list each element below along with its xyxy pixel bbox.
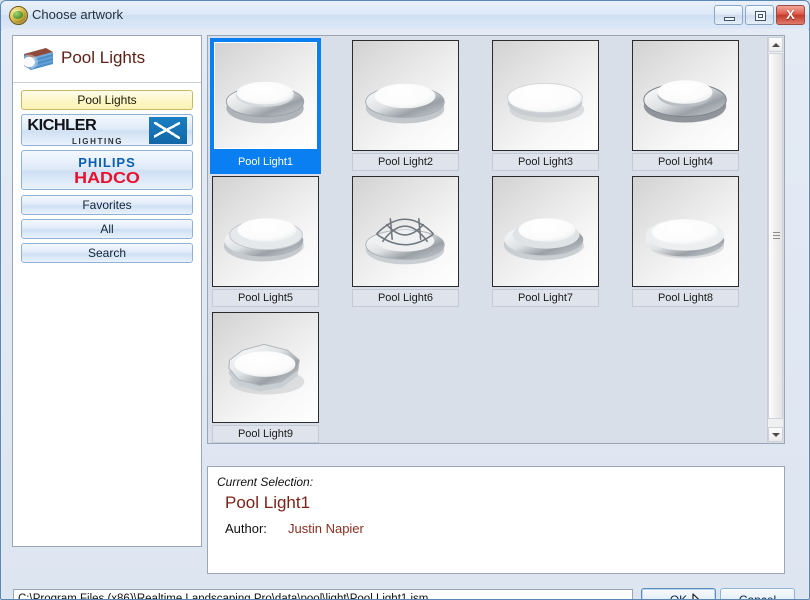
artwork-thumbnail[interactable] bbox=[352, 40, 459, 151]
kichler-mark-icon bbox=[149, 117, 187, 144]
close-button[interactable]: X bbox=[776, 5, 805, 25]
artwork-tile-label: Pool Light7 bbox=[492, 289, 599, 307]
artwork-tile[interactable]: Pool Light8 bbox=[630, 174, 741, 311]
sidebar-item-all[interactable]: All bbox=[21, 219, 193, 239]
current-selection-name: Pool Light1 bbox=[225, 493, 311, 512]
cancel-button[interactable]: Cancel bbox=[720, 588, 795, 600]
artwork-grid: Pool Light1 Pool Light2 Pool Light3 Pool Li… bbox=[210, 38, 768, 443]
author-label: Author: bbox=[225, 521, 267, 536]
artwork-thumbnail[interactable] bbox=[632, 176, 739, 287]
maximize-button[interactable] bbox=[745, 5, 774, 25]
pool-light-illustration bbox=[225, 81, 305, 124]
current-selection-panel: Current Selection: Pool Light1 Author: J… bbox=[207, 466, 785, 574]
app-globe-icon bbox=[9, 6, 28, 25]
artwork-tile[interactable]: Pool Light1 bbox=[210, 38, 321, 175]
scrollbar-thumb[interactable] bbox=[768, 53, 783, 419]
artwork-thumbnail[interactable] bbox=[492, 40, 599, 151]
pool-light-illustration bbox=[365, 83, 445, 124]
artwork-tile-label: Pool Light9 bbox=[212, 425, 319, 443]
artwork-tile[interactable]: Pool Light3 bbox=[490, 38, 601, 175]
sidebar-item-favorites[interactable]: Favorites bbox=[21, 195, 193, 215]
pool-light-illustration bbox=[645, 219, 725, 259]
artwork-thumbnail[interactable] bbox=[212, 176, 319, 287]
dialog-client-area: Pool Lights Pool Lights KICHLER LIGHTING… bbox=[2, 29, 808, 600]
scroll-down-arrow-icon[interactable] bbox=[768, 427, 783, 442]
sidebar-item-label: Search bbox=[87, 246, 127, 260]
dialog-window: Choose artwork X Pool Lights Pool Lights… bbox=[0, 0, 810, 600]
title-bar: Choose artwork X bbox=[1, 1, 809, 30]
hadco-wordmark: HADCO bbox=[74, 170, 140, 187]
sidebar-item-label: All bbox=[100, 222, 114, 236]
pool-light-illustration bbox=[507, 82, 585, 123]
artwork-tile-label: Pool Light6 bbox=[352, 289, 459, 307]
cancel-button-label: Cancel bbox=[738, 593, 777, 600]
ok-button-label: OK bbox=[669, 593, 688, 600]
file-path-field[interactable]: C:\Program Files (x86)\Realtime Landscap… bbox=[13, 589, 633, 599]
category-sidebar: Pool Lights Pool Lights KICHLER LIGHTING… bbox=[12, 35, 202, 547]
artwork-thumbnail[interactable] bbox=[352, 176, 459, 287]
sidebar-item-kichler[interactable]: KICHLER LIGHTING bbox=[21, 114, 193, 146]
artwork-thumbnail[interactable] bbox=[632, 40, 739, 151]
artwork-tile[interactable]: Pool Light6 bbox=[350, 174, 461, 311]
window-title: Choose artwork bbox=[32, 7, 124, 22]
sidebar-item-label: Pool Lights bbox=[77, 93, 137, 107]
sidebar-item-pool-lights[interactable]: Pool Lights bbox=[21, 90, 193, 110]
sidebar-item-philips-hadco[interactable]: PHILIPS HADCO bbox=[21, 150, 193, 190]
pool-light-illustration bbox=[228, 343, 305, 395]
pool-light-brick-icon bbox=[20, 48, 53, 70]
close-icon: X bbox=[786, 7, 795, 22]
kichler-tagline: LIGHTING bbox=[72, 137, 124, 146]
maximize-icon bbox=[755, 11, 766, 21]
kichler-logo: KICHLER LIGHTING bbox=[22, 115, 192, 145]
artwork-tile-label: Pool Light2 bbox=[352, 153, 459, 171]
artwork-tile[interactable]: Pool Light9 bbox=[210, 310, 321, 443]
pool-light-illustration bbox=[223, 218, 305, 262]
artwork-tile[interactable]: Pool Light7 bbox=[490, 174, 601, 311]
artwork-tile-label: Pool Light5 bbox=[212, 289, 319, 307]
artwork-thumbnail[interactable] bbox=[492, 176, 599, 287]
gallery-scrollbar[interactable] bbox=[767, 37, 783, 442]
artwork-tile-label: Pool Light4 bbox=[632, 153, 739, 171]
artwork-tile-label: Pool Light3 bbox=[492, 153, 599, 171]
scroll-thumb-grip-icon bbox=[773, 232, 780, 240]
current-selection-heading: Current Selection: bbox=[217, 475, 314, 489]
category-title: Pool Lights bbox=[61, 48, 146, 67]
pool-light-illustration bbox=[365, 218, 445, 265]
minimize-button[interactable] bbox=[714, 5, 743, 25]
author-value: Justin Napier bbox=[288, 521, 364, 536]
artwork-gallery: Pool Light1 Pool Light2 Pool Light3 Pool Li… bbox=[207, 35, 785, 444]
artwork-tile[interactable]: Pool Light5 bbox=[210, 174, 321, 311]
artwork-tile[interactable]: Pool Light2 bbox=[350, 38, 461, 175]
sidebar-item-search[interactable]: Search bbox=[21, 243, 193, 263]
artwork-thumbnail[interactable] bbox=[214, 42, 317, 149]
artwork-tile-label: Pool Light1 bbox=[210, 152, 321, 173]
artwork-tile[interactable]: Pool Light4 bbox=[630, 38, 741, 175]
artwork-tile-label: Pool Light8 bbox=[632, 289, 739, 307]
artwork-thumbnail[interactable] bbox=[212, 312, 319, 423]
scroll-up-arrow-icon[interactable] bbox=[768, 37, 783, 52]
category-header: Pool Lights bbox=[13, 36, 201, 83]
sidebar-item-label: Favorites bbox=[82, 198, 132, 212]
ok-button[interactable]: OK bbox=[641, 588, 716, 600]
pool-light-illustration bbox=[503, 218, 585, 261]
pool-light-illustration bbox=[643, 80, 727, 123]
minimize-icon bbox=[724, 17, 735, 21]
